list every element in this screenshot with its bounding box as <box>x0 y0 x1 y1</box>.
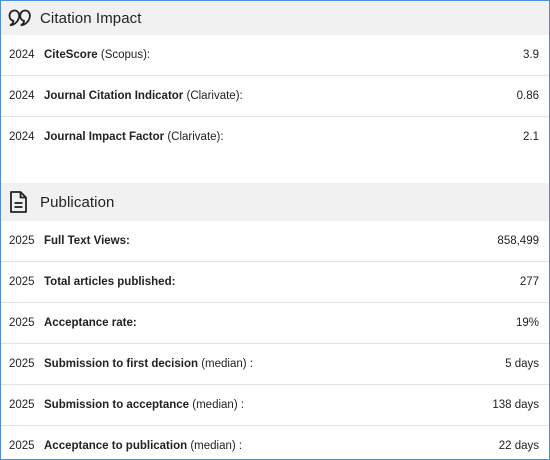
metric-value: 22 days <box>498 440 539 452</box>
metric-year: 2024 <box>9 90 35 102</box>
metric-row-journal-citation-indicator: 2024 Journal Citation Indicator (Clariva… <box>1 76 549 117</box>
metric-row-submission-to-acceptance: 2025 Submission to acceptance (median) :… <box>1 385 549 426</box>
publication-title: Publication <box>40 193 115 211</box>
metric-value: 277 <box>519 276 539 288</box>
metric-year: 2024 <box>9 131 35 143</box>
metric-label-source: (Scopus): <box>97 49 151 61</box>
metric-label: Submission to first decision (median) : <box>44 358 505 370</box>
metric-label-bold: Acceptance to publication <box>44 440 188 452</box>
metric-label: Acceptance to publication (median) : <box>44 440 499 452</box>
citation-impact-list: 2024 CiteScore (Scopus): 3.9 2024 Journa… <box>1 35 549 157</box>
document-icon <box>8 190 34 214</box>
metric-value: 5 days <box>505 358 539 370</box>
metric-year: 2025 <box>9 276 35 288</box>
metric-label-bold: Submission to acceptance <box>44 399 190 411</box>
metric-year: 2025 <box>9 235 35 247</box>
metric-value: 2.1 <box>523 131 539 143</box>
quote-bubbles-icon <box>8 6 34 30</box>
metric-label-bold: Journal Impact Factor <box>44 131 165 143</box>
metric-row-total-articles: 2025 Total articles published: 277 <box>1 262 549 303</box>
metric-label-source: (median) : <box>187 440 243 452</box>
metric-label: Acceptance rate: <box>44 317 516 329</box>
metric-label: Total articles published: <box>44 276 520 288</box>
metric-row-submission-to-first-decision: 2025 Submission to first decision (media… <box>1 344 549 385</box>
metric-label: Journal Impact Factor (Clarivate): <box>44 131 523 143</box>
metric-label-bold: CiteScore <box>44 49 98 61</box>
metric-label: Submission to acceptance (median) : <box>44 399 492 411</box>
metric-row-citescore: 2024 CiteScore (Scopus): 3.9 <box>1 35 549 76</box>
metric-label-bold: Total articles published: <box>44 276 176 288</box>
metric-year: 2025 <box>9 317 35 329</box>
metric-label-bold: Full Text Views: <box>44 235 130 247</box>
metric-label: CiteScore (Scopus): <box>44 49 523 61</box>
journal-metrics-panel: Citation Impact 2024 CiteScore (Scopus):… <box>0 0 550 460</box>
metric-label: Full Text Views: <box>44 235 497 247</box>
metric-row-journal-impact-factor: 2024 Journal Impact Factor (Clarivate): … <box>1 117 549 157</box>
metric-value: 138 days <box>492 399 539 411</box>
publication-header: Publication <box>1 183 549 221</box>
metric-label-source: (Clarivate): <box>183 90 243 102</box>
metric-label-source: (median) : <box>198 358 253 370</box>
metric-label: Journal Citation Indicator (Clarivate): <box>44 90 517 102</box>
metric-row-acceptance-rate: 2025 Acceptance rate: 19% <box>1 303 549 344</box>
metric-label-source: (Clarivate): <box>164 131 224 143</box>
metric-label-bold: Journal Citation Indicator <box>44 90 184 102</box>
metric-year: 2024 <box>9 49 35 61</box>
metric-value: 858,499 <box>497 235 539 247</box>
citation-impact-header: Citation Impact <box>1 1 549 35</box>
metric-row-acceptance-to-publication: 2025 Acceptance to publication (median) … <box>1 426 549 459</box>
metric-label-bold: Acceptance rate: <box>44 317 137 329</box>
metric-value: 19% <box>515 317 539 329</box>
metric-value: 3.9 <box>523 49 539 61</box>
metric-year: 2025 <box>9 399 35 411</box>
metric-value: 0.86 <box>516 90 539 102</box>
metric-year: 2025 <box>9 440 35 452</box>
metric-label-bold: Submission to first decision <box>44 358 198 370</box>
publication-list: 2025 Full Text Views: 858,499 2025 Total… <box>1 221 549 459</box>
metric-row-full-text-views: 2025 Full Text Views: 858,499 <box>1 221 549 262</box>
metric-label-source: (median) : <box>189 399 245 411</box>
metric-year: 2025 <box>9 358 35 370</box>
citation-impact-title: Citation Impact <box>40 9 142 27</box>
